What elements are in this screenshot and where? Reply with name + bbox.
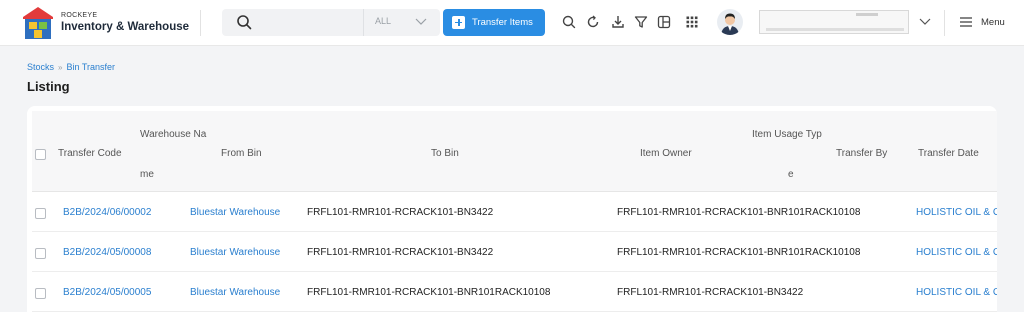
from-bin-cell: FRFL101-RMR101-RCRACK101-BNR101RACK10108 — [307, 287, 551, 298]
select-all-checkbox[interactable] — [35, 149, 46, 160]
warehouse-link[interactable]: Bluestar Warehouse — [190, 207, 280, 218]
chevron-right-icon: » — [58, 63, 63, 72]
column-header-to-bin[interactable]: To Bin — [431, 148, 459, 159]
row-checkbox[interactable] — [35, 208, 46, 219]
from-bin-cell: FRFL101-RMR101-RCRACK101-BN3422 — [307, 207, 494, 218]
brand-title: Inventory & Warehouse — [61, 21, 190, 33]
search-scope-select[interactable]: ALL — [375, 16, 391, 26]
user-profile-field[interactable] — [759, 10, 909, 34]
transfer-items-button[interactable]: Transfer Items — [443, 9, 545, 36]
refresh-icon[interactable] — [585, 14, 601, 30]
page-title: Listing — [27, 79, 70, 94]
chevron-down-icon[interactable] — [414, 16, 428, 26]
brand-subtitle: ROCKEYE — [61, 12, 98, 19]
layout-icon[interactable] — [656, 14, 672, 30]
redacted-text — [856, 13, 878, 16]
table-row[interactable]: B2B/2024/06/00002 Bluestar Warehouse FRF… — [32, 192, 997, 232]
to-bin-cell: FRFL101-RMR101-RCRACK101-BNR101RACK10108 — [617, 207, 861, 218]
apps-grid-icon[interactable] — [684, 14, 700, 30]
row-checkbox[interactable] — [35, 288, 46, 299]
global-search-input[interactable] — [222, 9, 440, 36]
table-row[interactable]: B2B/2024/05/00005 Bluestar Warehouse FRF… — [32, 272, 997, 312]
redacted-text — [766, 28, 904, 31]
from-bin-cell: FRFL101-RMR101-RCRACK101-BN3422 — [307, 247, 494, 258]
item-owner-link[interactable]: HOLISTIC OIL & G — [916, 247, 997, 258]
warehouse-link[interactable]: Bluestar Warehouse — [190, 287, 280, 298]
listing-table-card: Transfer Code Warehouse Na me From Bin T… — [27, 106, 997, 312]
column-header-item-usage-type-wrap: e — [788, 169, 794, 180]
to-bin-cell: FRFL101-RMR101-RCRACK101-BN3422 — [617, 287, 804, 298]
transfer-code-link[interactable]: B2B/2024/05/00008 — [63, 247, 151, 258]
filter-icon[interactable] — [633, 14, 649, 30]
table-header: Transfer Code Warehouse Na me From Bin T… — [32, 111, 997, 192]
column-header-warehouse-name[interactable]: Warehouse Na — [140, 129, 206, 140]
column-header-warehouse-name-wrap: me — [140, 169, 154, 180]
column-header-transfer-date[interactable]: Transfer Date — [918, 148, 979, 159]
user-avatar[interactable] — [717, 9, 743, 35]
transfer-code-link[interactable]: B2B/2024/05/00005 — [63, 287, 151, 298]
chevron-down-icon[interactable] — [918, 16, 932, 26]
item-owner-link[interactable]: HOLISTIC OIL & G — [916, 207, 997, 218]
divider — [200, 10, 201, 36]
column-header-item-owner[interactable]: Item Owner — [640, 148, 692, 159]
menu-button[interactable]: Menu — [981, 17, 1005, 28]
column-header-transfer-code[interactable]: Transfer Code — [58, 148, 122, 159]
row-checkbox[interactable] — [35, 248, 46, 259]
user-avatar-image — [721, 13, 739, 35]
search-icon — [237, 15, 252, 30]
divider — [944, 10, 945, 36]
breadcrumb-item-bin-transfer[interactable]: Bin Transfer — [66, 62, 115, 72]
hamburger-menu-icon[interactable] — [958, 15, 974, 29]
column-header-transfer-by[interactable]: Transfer By — [836, 148, 887, 159]
transfer-code-link[interactable]: B2B/2024/06/00002 — [63, 207, 151, 218]
breadcrumb: Stocks » Bin Transfer — [27, 62, 115, 72]
search-icon[interactable] — [561, 14, 577, 30]
breadcrumb-item-stocks[interactable]: Stocks — [27, 62, 54, 72]
top-bar: ROCKEYE Inventory & Warehouse ALL Transf… — [0, 0, 1024, 46]
column-header-from-bin[interactable]: From Bin — [221, 148, 262, 159]
plus-icon — [452, 16, 465, 29]
column-header-item-usage-type[interactable]: Item Usage Typ — [752, 129, 822, 140]
transfer-items-label: Transfer Items — [472, 17, 533, 28]
divider — [363, 9, 364, 36]
rockeye-logo[interactable] — [22, 6, 54, 40]
download-icon[interactable] — [610, 14, 626, 30]
item-owner-link[interactable]: HOLISTIC OIL & G — [916, 287, 997, 298]
table-row[interactable]: B2B/2024/05/00008 Bluestar Warehouse FRF… — [32, 232, 997, 272]
to-bin-cell: FRFL101-RMR101-RCRACK101-BNR101RACK10108 — [617, 247, 861, 258]
warehouse-link[interactable]: Bluestar Warehouse — [190, 247, 280, 258]
